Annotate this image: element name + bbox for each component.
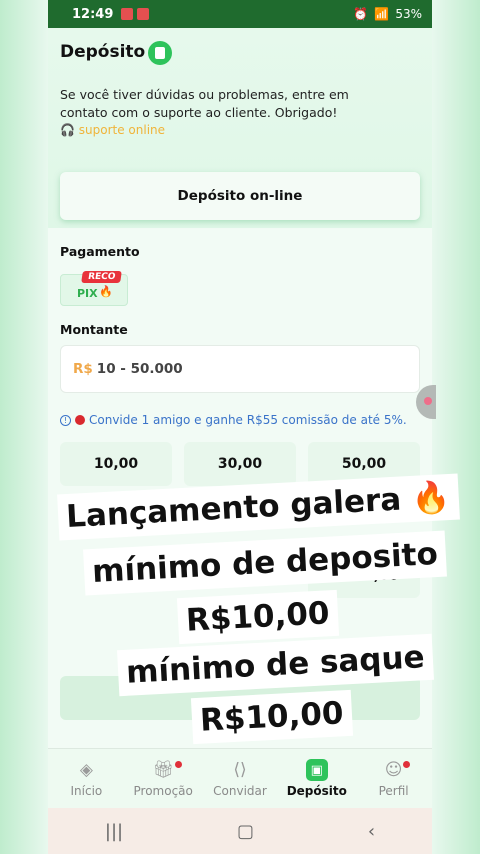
tab-label: Promoção — [133, 784, 193, 798]
tab-deposito[interactable]: ▣ Depósito — [278, 749, 355, 808]
support-online-link[interactable]: 🎧 suporte online — [60, 123, 165, 137]
pix-label: PIX — [77, 287, 98, 300]
profile-icon: ☺ — [384, 760, 403, 780]
headset-icon: 🎧 — [60, 123, 75, 137]
back-button[interactable]: ‹ — [368, 821, 375, 842]
alarm-icon: ⏰ — [353, 7, 369, 21]
help-notice: Se você tiver dúvidas ou problemas, entr… — [60, 87, 349, 120]
bottom-tab-bar: ◈ Início 🎁︎ Promoção ⟨⟩ Convidar ▣ Depós… — [48, 748, 432, 808]
wallet-icon: ▣ — [305, 759, 328, 781]
app-notification-icon — [121, 8, 134, 20]
status-right: ⏰ 📶 53% — [353, 7, 422, 21]
fire-icon: 🔥 — [99, 285, 113, 298]
overlay-line: mínimo de deposito — [83, 530, 447, 596]
amount-placeholder: 10 - 50.000 — [96, 361, 183, 377]
amount-label: Montante — [60, 322, 128, 337]
overlay-line: mínimo de saque — [117, 633, 434, 697]
recents-button[interactable]: ||| — [105, 821, 123, 842]
info-icon: ! — [60, 414, 71, 426]
tab-label: Início — [70, 784, 103, 798]
battery-level: 53% — [395, 7, 422, 21]
status-bar: 12:49 ⏰ 📶 53% — [48, 0, 432, 28]
support-link-label: suporte online — [78, 123, 166, 137]
share-icon: ⟨⟩ — [233, 760, 247, 780]
promo-text-overlay: Lançamento galera 🔥 mínimo de deposito R… — [50, 460, 460, 760]
red-ball-icon — [75, 415, 85, 425]
tab-convidar[interactable]: ⟨⟩ Convidar — [202, 749, 279, 808]
status-time: 12:49 — [72, 6, 114, 22]
invite-text: Convide 1 amigo e ganhe R$55 comissão de… — [89, 413, 407, 427]
notification-dot — [403, 761, 411, 768]
record-notification-icon — [137, 8, 150, 20]
payment-label: Pagamento — [60, 244, 140, 259]
amount-input[interactable]: R$ 10 - 50.000 — [60, 345, 420, 393]
home-button[interactable]: ▢ — [237, 821, 254, 842]
gift-icon: 🎁︎ — [152, 760, 174, 780]
online-deposit-button[interactable]: Depósito on-line — [60, 172, 420, 220]
pix-payment-option[interactable]: RECO PIX 🔥 — [60, 271, 128, 306]
invite-banner[interactable]: ! Convide 1 amigo e ganhe R$55 comissão … — [60, 413, 407, 427]
recommended-badge: RECO — [80, 271, 122, 283]
currency-symbol: R$ — [73, 361, 93, 377]
tab-label: Depósito — [286, 784, 347, 798]
home-icon: ◈ — [79, 760, 93, 780]
overlay-line: R$10,00 — [176, 589, 339, 645]
notification-dot — [174, 761, 182, 768]
tab-inicio[interactable]: ◈ Início — [48, 749, 125, 808]
tab-promocao[interactable]: 🎁︎ Promoção — [125, 749, 202, 808]
tab-label: Perfil — [378, 784, 409, 798]
overlay-line: R$10,00 — [190, 689, 353, 745]
notification-icons — [121, 8, 150, 20]
tab-label: Convidar — [213, 784, 267, 798]
deposit-record-icon[interactable] — [148, 41, 172, 65]
page-title: Depósito — [60, 42, 146, 62]
system-nav-bar: ||| ▢ ‹ — [48, 808, 432, 854]
overlay-line: Lançamento galera 🔥 — [57, 473, 460, 541]
wifi-icon: 📶 — [374, 7, 390, 21]
tab-perfil[interactable]: ☺ Perfil — [355, 749, 432, 808]
